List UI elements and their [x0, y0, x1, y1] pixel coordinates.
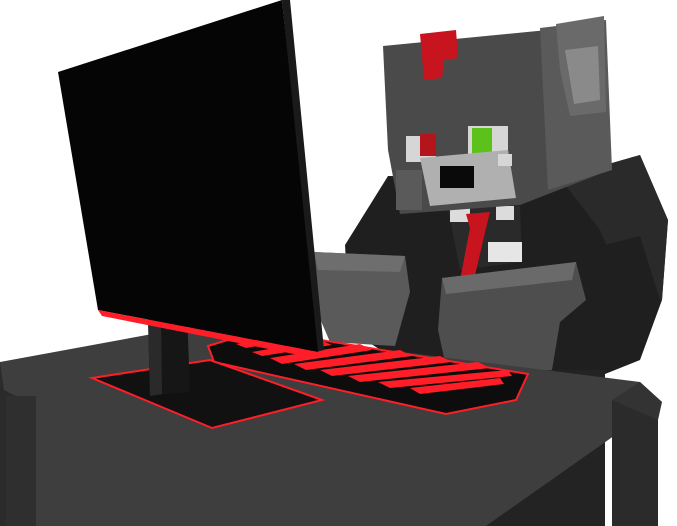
cheek — [396, 170, 422, 210]
mouth-corner — [498, 154, 512, 166]
illustration-scene — [0, 0, 668, 526]
eye-left-red — [420, 134, 436, 156]
nose-icon — [440, 166, 474, 188]
desk-leg-left — [6, 396, 36, 526]
desk-leg-right — [612, 400, 658, 526]
character-pocket-square — [488, 242, 522, 262]
character-collar-right — [496, 206, 514, 220]
monitor-screen — [58, 0, 318, 352]
